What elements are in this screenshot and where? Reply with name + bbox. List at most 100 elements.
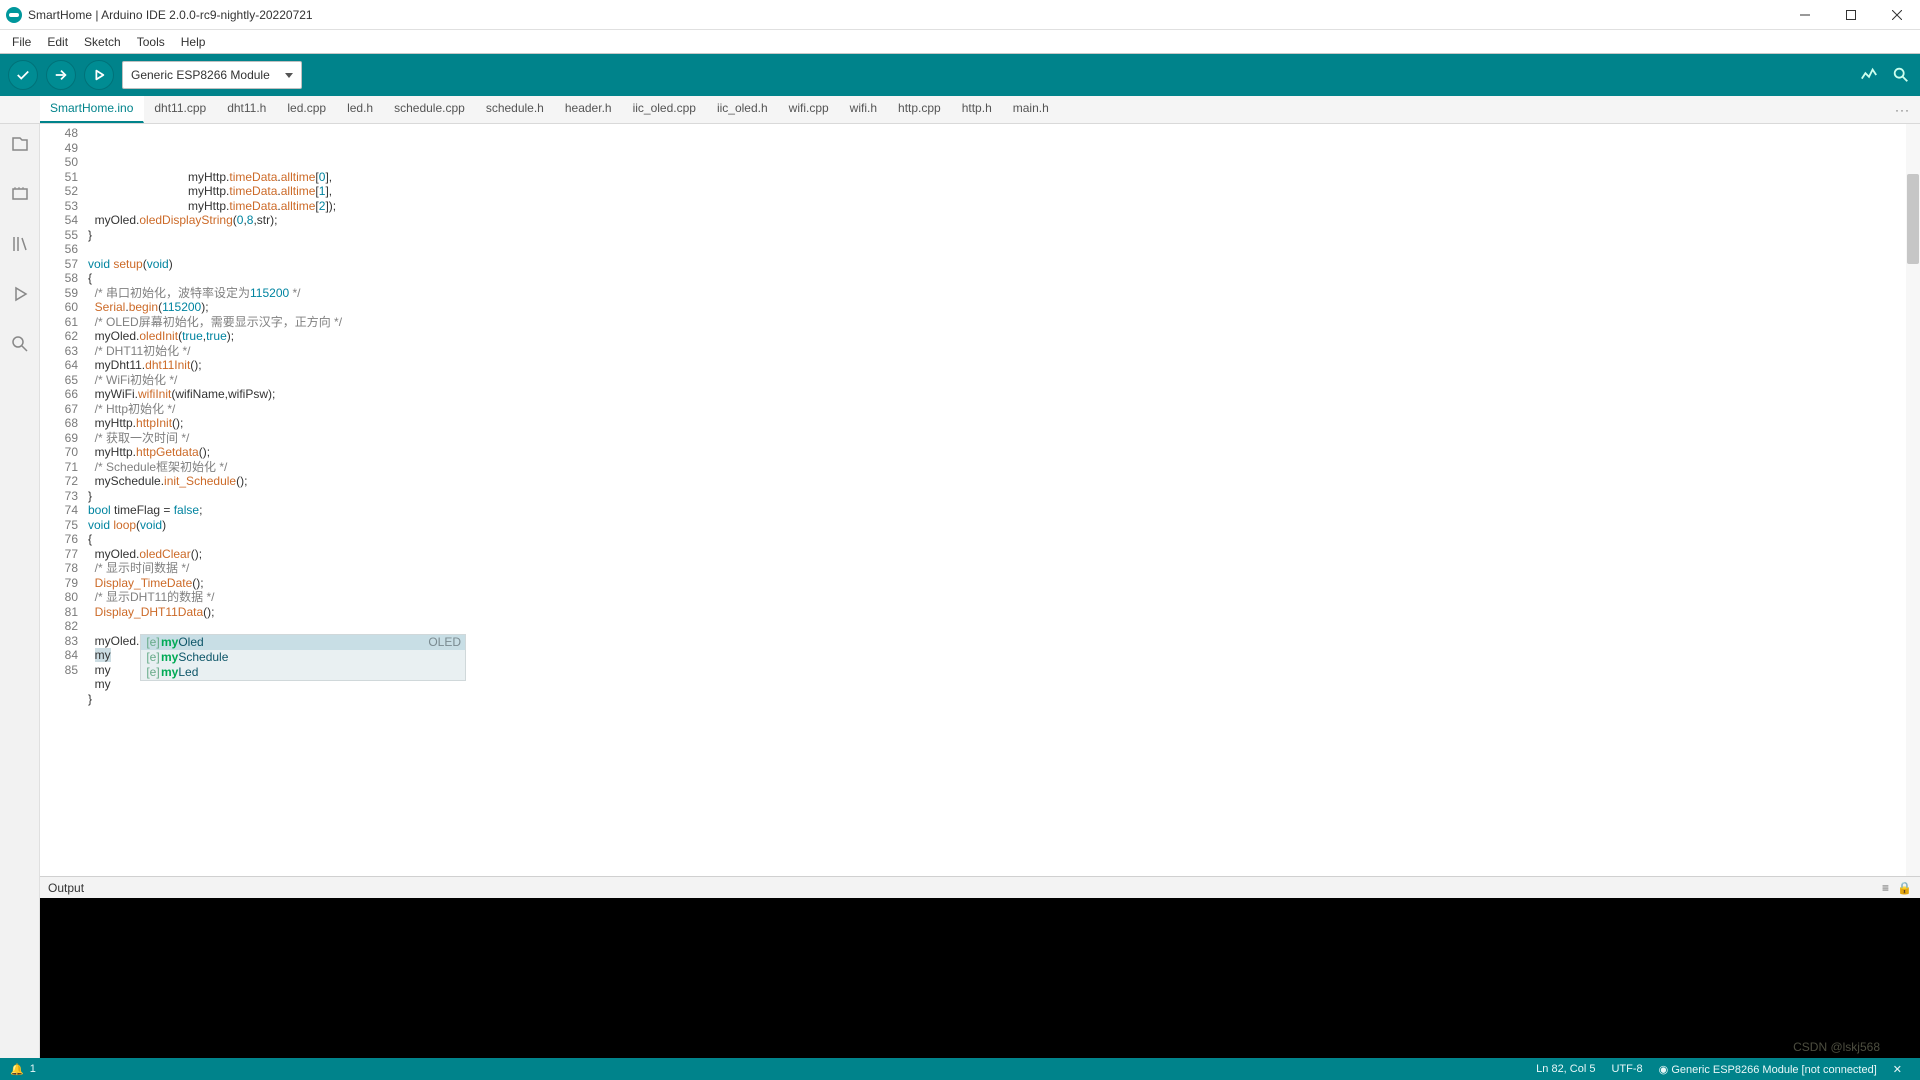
code-line[interactable]: /* 串口初始化，波特率设定为115200 */ (88, 286, 1920, 301)
board-selector-label: Generic ESP8266 Module (131, 68, 270, 82)
menu-help[interactable]: Help (173, 33, 214, 51)
code-line[interactable] (88, 619, 1920, 634)
tab-led-cpp[interactable]: led.cpp (277, 96, 337, 123)
editor-tabs: SmartHome.inodht11.cppdht11.hled.cppled.… (0, 96, 1920, 124)
tab-http-cpp[interactable]: http.cpp (888, 96, 952, 123)
menu-edit[interactable]: Edit (39, 33, 76, 51)
output-lock-icon[interactable]: 🔒 (1897, 881, 1912, 895)
tab-SmartHome-ino[interactable]: SmartHome.ino (40, 96, 144, 123)
code-line[interactable]: myOled.oledInit(true,true); (88, 329, 1920, 344)
code-line[interactable]: bool timeFlag = false; (88, 503, 1920, 518)
code-line[interactable]: /* Http初始化 */ (88, 402, 1920, 417)
tab-wifi-cpp[interactable]: wifi.cpp (779, 96, 840, 123)
code-area[interactable]: myHttp.timeData.alltime[0], myHttp.timeD… (84, 124, 1920, 876)
tab-wifi-h[interactable]: wifi.h (840, 96, 888, 123)
tab-main-h[interactable]: main.h (1003, 96, 1060, 123)
statusbar: 🔔 1 CSDN @lskj568 Ln 82, Col 5 UTF-8 ◉ G… (0, 1058, 1920, 1080)
sidebar-boards-icon[interactable] (6, 180, 34, 208)
code-line[interactable]: myOled.oledClear(); (88, 547, 1920, 562)
window-title: SmartHome | Arduino IDE 2.0.0-rc9-nightl… (28, 8, 1782, 22)
code-line[interactable]: myHttp.timeData.alltime[0], (88, 170, 1920, 185)
upload-button[interactable] (46, 60, 76, 90)
debug-button[interactable] (84, 60, 114, 90)
notification-icon[interactable]: 🔔 (10, 1063, 24, 1076)
vertical-scrollbar[interactable] (1906, 124, 1920, 876)
maximize-button[interactable] (1828, 0, 1874, 30)
code-line[interactable]: /* Schedule框架初始化 */ (88, 460, 1920, 475)
code-line[interactable]: myHttp.httpGetdata(); (88, 445, 1920, 460)
watermark: CSDN @lskj568 (1793, 1040, 1880, 1054)
code-line[interactable]: myHttp.timeData.alltime[2]); (88, 199, 1920, 214)
menu-sketch[interactable]: Sketch (76, 33, 129, 51)
status-encoding[interactable]: UTF-8 (1603, 1063, 1650, 1075)
code-line[interactable]: /* 获取一次时间 */ (88, 431, 1920, 446)
tab-schedule-h[interactable]: schedule.h (476, 96, 555, 123)
tab-dht11-h[interactable]: dht11.h (217, 96, 277, 123)
code-line[interactable]: /* 显示DHT11的数据 */ (88, 590, 1920, 605)
tab-led-h[interactable]: led.h (337, 96, 384, 123)
code-line[interactable]: Display_DHT11Data(); (88, 605, 1920, 620)
sidebar-library-icon[interactable] (6, 230, 34, 258)
tab-http-h[interactable]: http.h (952, 96, 1003, 123)
titlebar: SmartHome | Arduino IDE 2.0.0-rc9-nightl… (0, 0, 1920, 30)
close-button[interactable] (1874, 0, 1920, 30)
menu-tools[interactable]: Tools (129, 33, 173, 51)
status-board[interactable]: ◉ Generic ESP8266 Module [not connected] (1651, 1063, 1885, 1076)
code-line[interactable]: } (88, 228, 1920, 243)
code-line[interactable]: mySchedule.init_Schedule(); (88, 474, 1920, 489)
code-line[interactable]: { (88, 532, 1920, 547)
code-line[interactable]: } (88, 489, 1920, 504)
scrollbar-thumb[interactable] (1907, 174, 1919, 264)
serial-monitor-icon[interactable] (1890, 64, 1912, 86)
tab-schedule-cpp[interactable]: schedule.cpp (384, 96, 476, 123)
chevron-down-icon (285, 73, 293, 78)
tabs-overflow-icon[interactable]: ··· (1895, 103, 1910, 117)
code-line[interactable]: /* WiFi初始化 */ (88, 373, 1920, 388)
tab-iic_oled-h[interactable]: iic_oled.h (707, 96, 779, 123)
verify-button[interactable] (8, 60, 38, 90)
code-line[interactable]: myOled.oledDisplayString(0,8,str); (88, 213, 1920, 228)
code-line[interactable]: myHttp.timeData.alltime[1], (88, 184, 1920, 199)
tab-iic_oled-cpp[interactable]: iic_oled.cpp (623, 96, 707, 123)
code-line[interactable]: Serial.begin(115200); (88, 300, 1920, 315)
code-line[interactable] (88, 706, 1920, 721)
board-selector[interactable]: Generic ESP8266 Module (122, 61, 302, 89)
code-line[interactable]: { (88, 271, 1920, 286)
sidebar-search-icon[interactable] (6, 330, 34, 358)
code-line[interactable]: Display_TimeDate(); (88, 576, 1920, 591)
code-line[interactable]: void setup(void) (88, 257, 1920, 272)
notification-count: 1 (30, 1063, 36, 1075)
status-lncol[interactable]: Ln 82, Col 5 (1528, 1063, 1603, 1075)
output-title: Output (48, 881, 84, 895)
minimize-button[interactable] (1782, 0, 1828, 30)
code-line[interactable]: } (88, 692, 1920, 707)
code-line[interactable]: myHttp.httpInit(); (88, 416, 1920, 431)
suggest-item[interactable]: [e]mySchedule (141, 650, 465, 665)
code-line[interactable]: void loop(void) (88, 518, 1920, 533)
code-line[interactable]: myDht11.dht11Init(); (88, 358, 1920, 373)
line-gutter: 48 49 50 51 52 53 54 55 56 57 58 59 60 6… (40, 124, 84, 876)
code-line[interactable] (88, 242, 1920, 257)
code-line[interactable]: myWiFi.wifiInit(wifiName,wifiPsw); (88, 387, 1920, 402)
menu-file[interactable]: File (4, 33, 39, 51)
sidebar-debug-icon[interactable] (6, 280, 34, 308)
output-toggle-icon[interactable]: ≡ (1882, 881, 1889, 895)
left-sidebar (0, 124, 40, 1058)
suggest-item[interactable]: [e]myLed (141, 665, 465, 680)
code-suggest-popup[interactable]: [e]myOledOLED[e]mySchedule[e]myLed (140, 634, 466, 681)
code-line[interactable]: /* DHT11初始化 */ (88, 344, 1920, 359)
code-editor[interactable]: 48 49 50 51 52 53 54 55 56 57 58 59 60 6… (40, 124, 1920, 876)
tab-dht11-cpp[interactable]: dht11.cpp (144, 96, 217, 123)
suggest-item[interactable]: [e]myOledOLED (141, 635, 465, 650)
menubar: File Edit Sketch Tools Help (0, 30, 1920, 54)
status-close-icon[interactable]: ✕ (1885, 1063, 1910, 1076)
tab-header-h[interactable]: header.h (555, 96, 623, 123)
code-line[interactable]: /* 显示时间数据 */ (88, 561, 1920, 576)
output-panel[interactable] (40, 898, 1920, 1058)
toolbar: Generic ESP8266 Module (0, 54, 1920, 96)
sidebar-sketchbook-icon[interactable] (6, 130, 34, 158)
output-panel-header: Output ≡ 🔒 (40, 876, 1920, 898)
code-line[interactable]: /* OLED屏幕初始化，需要显示汉字，正方向 */ (88, 315, 1920, 330)
app-icon (0, 7, 28, 23)
serial-plotter-icon[interactable] (1858, 64, 1880, 86)
